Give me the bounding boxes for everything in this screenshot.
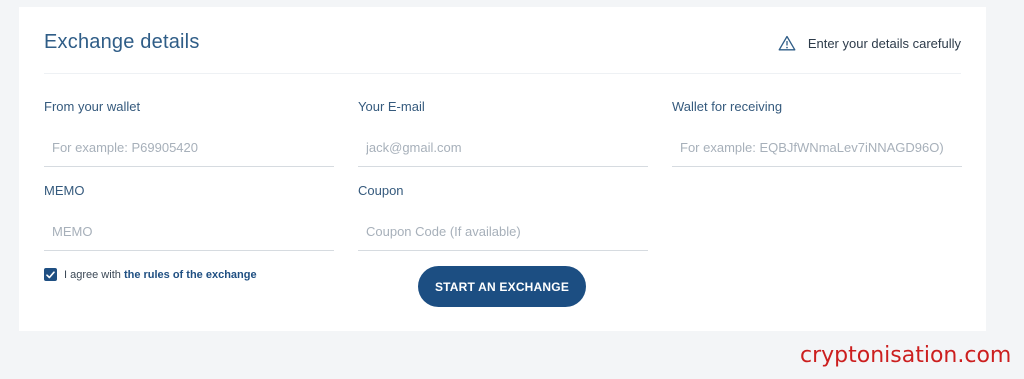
start-exchange-button[interactable]: START AN EXCHANGE [418, 266, 586, 307]
agree-text: I agree with [64, 268, 121, 281]
agree-row: I agree with the rules of the exchange [44, 268, 257, 281]
agree-label: I agree with the rules of the exchange [64, 269, 257, 281]
email-label: Your E-mail [358, 99, 425, 114]
memo-input[interactable] [44, 213, 334, 251]
warning-icon [778, 35, 796, 51]
memo-label: MEMO [44, 183, 85, 198]
page-title: Exchange details [44, 31, 200, 53]
coupon-label: Coupon [358, 183, 404, 198]
memo-field: MEMO [44, 183, 334, 251]
receiving-wallet-label: Wallet for receiving [672, 99, 783, 114]
coupon-input[interactable] [358, 213, 648, 251]
checkmark-icon [46, 270, 55, 278]
exchange-details-card: Exchange details Enter your details care… [19, 7, 986, 331]
from-wallet-label: From your wallet [44, 99, 141, 114]
receiving-wallet-field: Wallet for receiving [672, 99, 962, 167]
notice: Enter your details carefully [778, 35, 961, 51]
agree-checkbox[interactable] [44, 268, 57, 281]
rules-link[interactable]: the rules of the exchange [124, 269, 257, 281]
email-input[interactable] [358, 129, 648, 167]
notice-text: Enter your details carefully [807, 35, 961, 51]
receiving-wallet-input[interactable] [672, 129, 962, 167]
divider [44, 73, 961, 74]
from-wallet-input[interactable] [44, 129, 334, 167]
email-field: Your E-mail [358, 99, 648, 167]
coupon-field: Coupon [358, 183, 648, 251]
from-wallet-field: From your wallet [44, 99, 334, 167]
watermark: cryptonisation.com [800, 343, 1012, 368]
